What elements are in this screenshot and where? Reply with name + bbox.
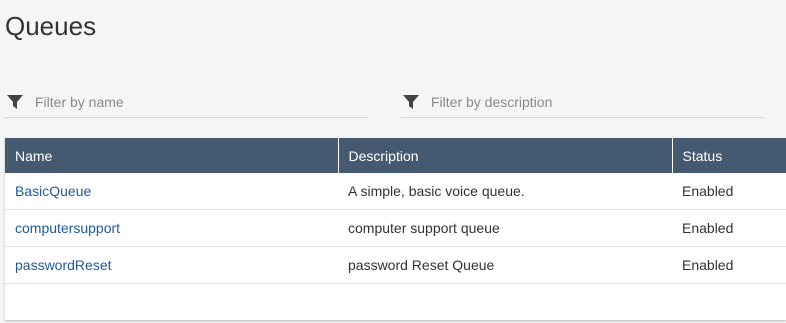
queue-status-cell: Enabled	[672, 173, 786, 210]
queue-name-cell: passwordReset	[5, 246, 338, 284]
column-header-status[interactable]: Status	[672, 138, 786, 173]
table-row[interactable]: passwordReset password Reset Queue Enabl…	[5, 246, 786, 284]
name-filter-input[interactable]	[35, 93, 335, 110]
table-row[interactable]: computersupport computer support queue E…	[5, 209, 786, 247]
queue-name-cell: BasicQueue	[5, 173, 338, 210]
description-filter[interactable]	[401, 86, 764, 118]
description-filter-input[interactable]	[431, 93, 731, 110]
column-header-description[interactable]: Description	[338, 138, 673, 173]
queue-description-cell: A simple, basic voice queue.	[338, 173, 672, 210]
table-header-row: Name Description Status	[5, 138, 786, 173]
queue-name-link[interactable]: passwordReset	[15, 257, 112, 273]
filter-icon	[403, 94, 421, 110]
queue-status-cell: Enabled	[672, 246, 786, 284]
queue-description-cell: computer support queue	[338, 209, 672, 247]
queue-name-cell: computersupport	[5, 209, 338, 247]
page-title: Queues	[5, 11, 97, 41]
table-row[interactable]: BasicQueue A simple, basic voice queue. …	[5, 173, 786, 210]
queue-status-cell: Enabled	[672, 209, 786, 247]
name-filter[interactable]	[5, 86, 368, 118]
queue-name-link[interactable]: BasicQueue	[15, 183, 91, 199]
column-header-name[interactable]: Name	[5, 138, 339, 173]
queue-name-link[interactable]: computersupport	[15, 220, 120, 236]
filter-icon	[7, 94, 25, 110]
queue-description-cell: password Reset Queue	[338, 246, 672, 284]
queues-table: Name Description Status BasicQueue A sim…	[5, 138, 786, 320]
